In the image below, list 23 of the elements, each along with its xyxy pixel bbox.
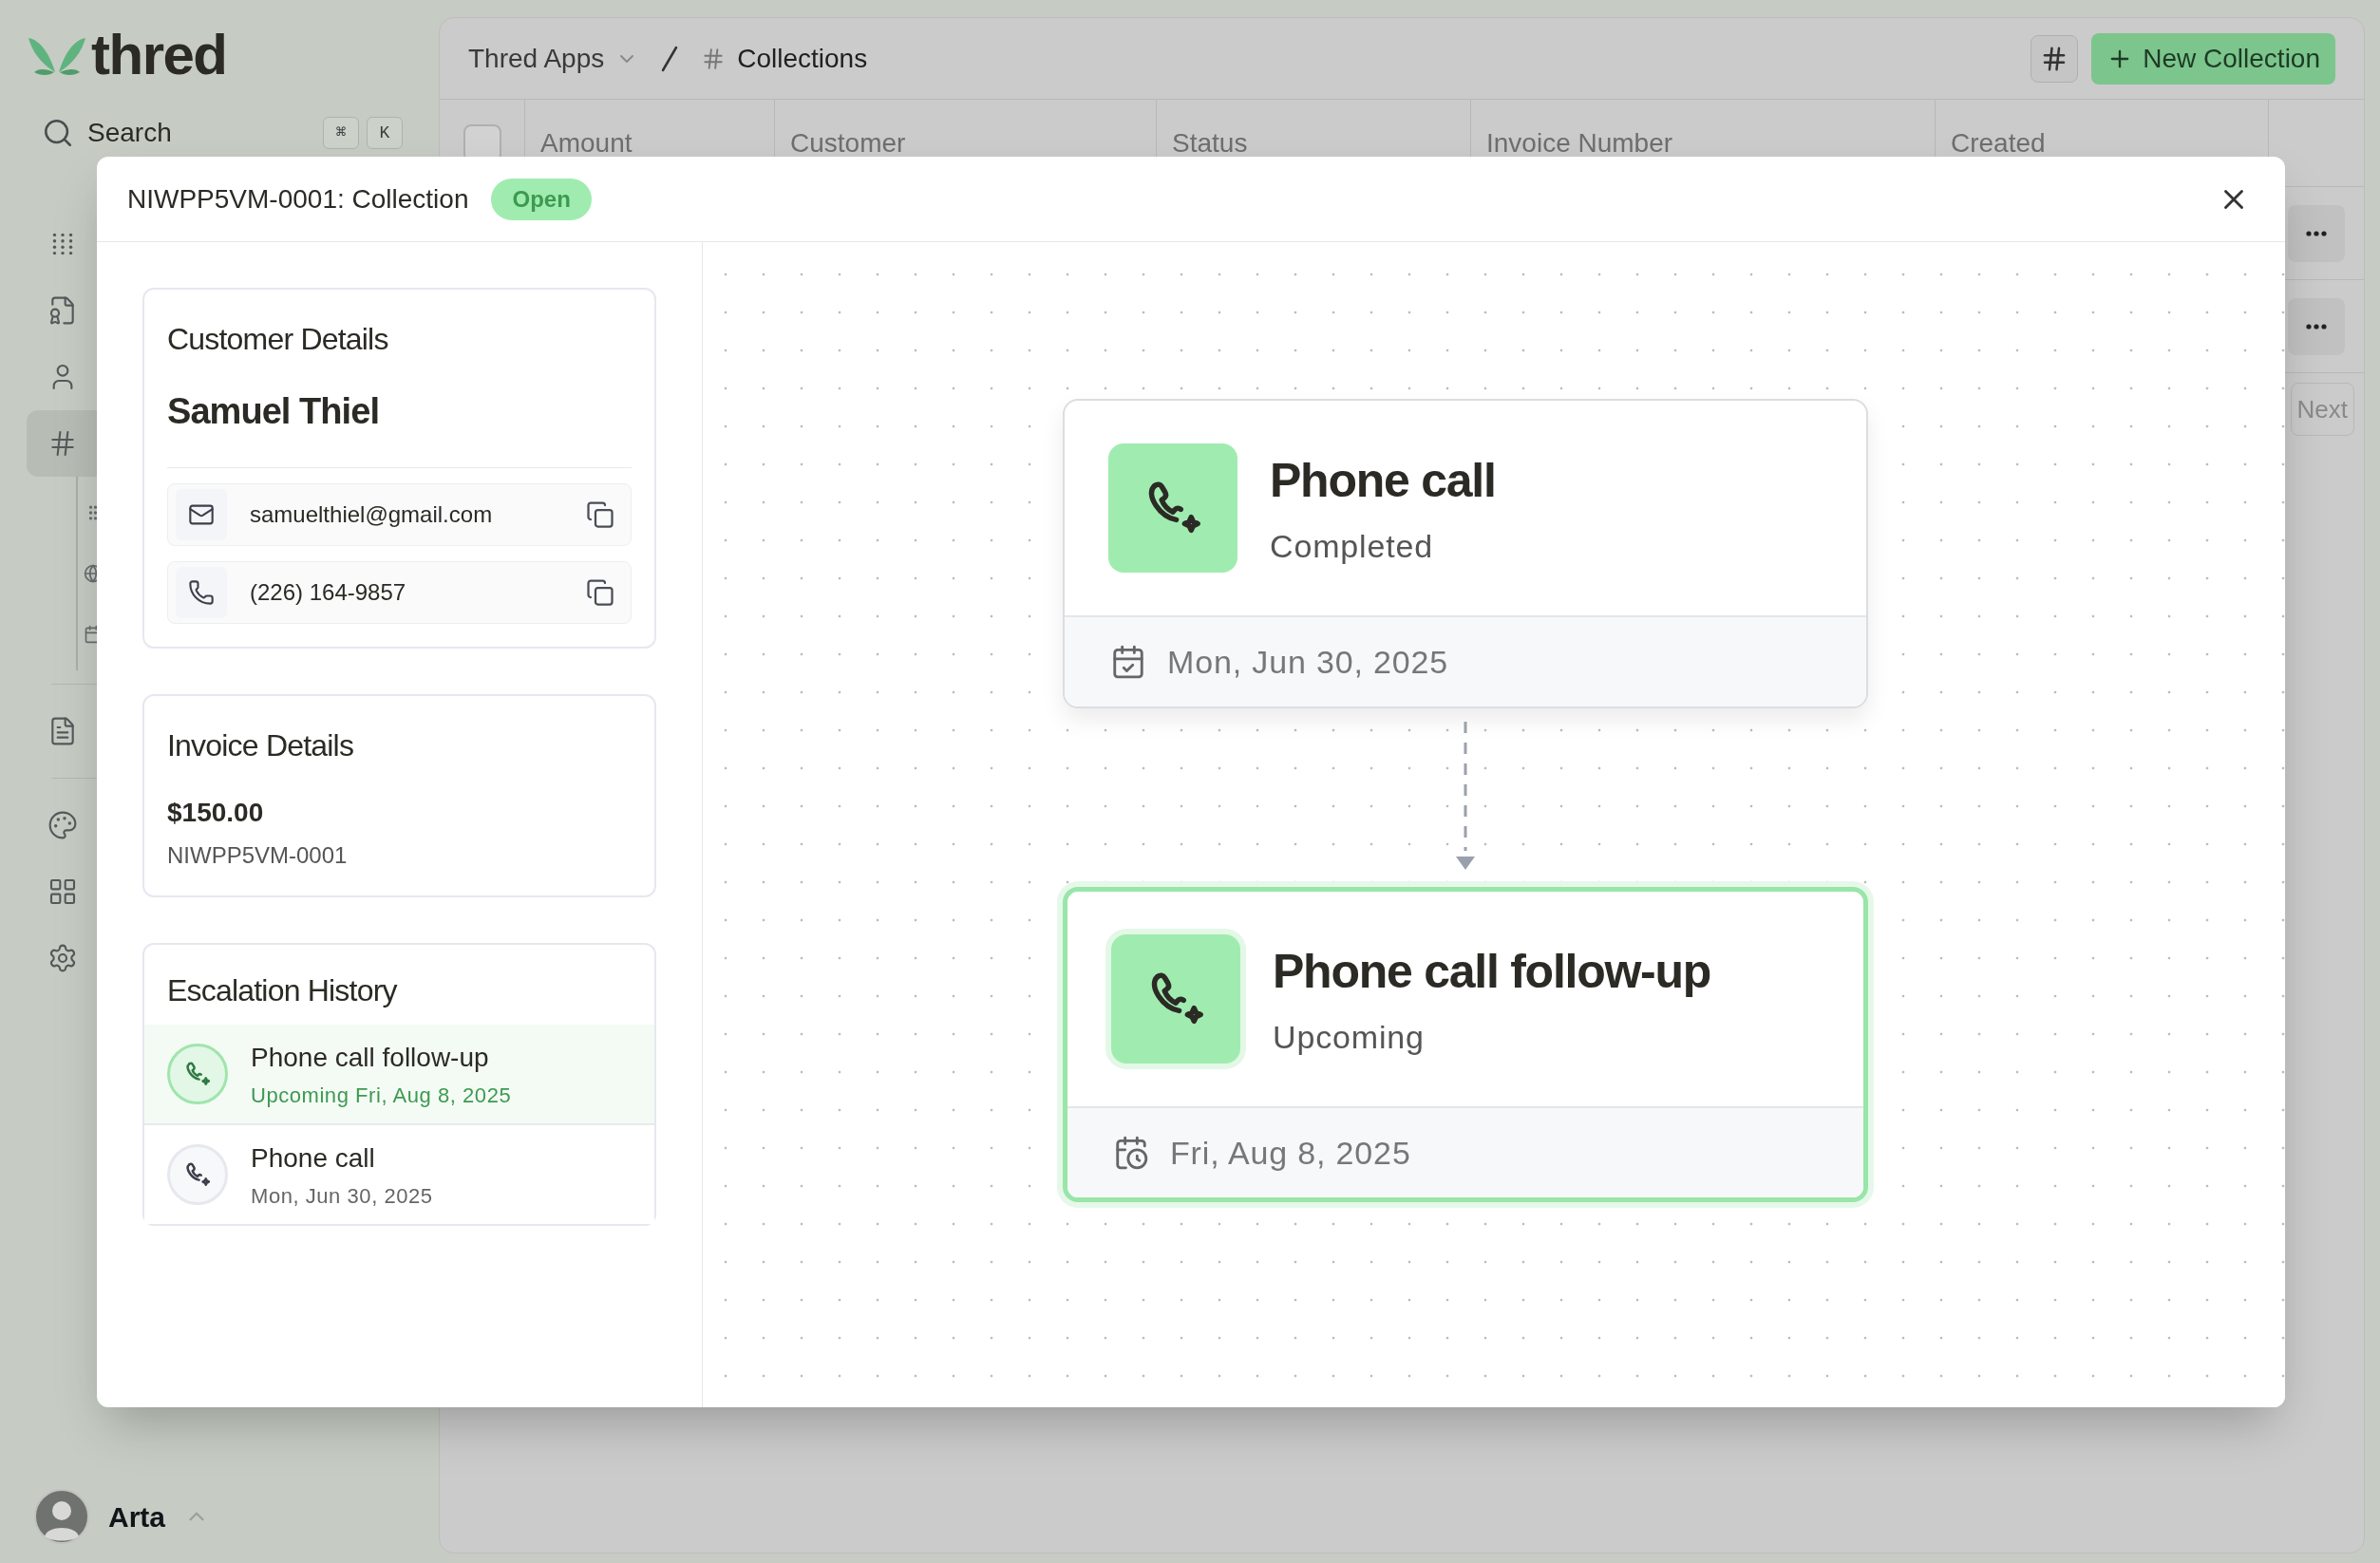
card-heading: Escalation History <box>166 972 399 1009</box>
node-status: Completed <box>1270 527 1435 566</box>
node-title: Phone call <box>1270 453 1496 509</box>
card-heading: Customer Details <box>167 321 389 358</box>
escalation-subtitle: Upcoming Fri, Aug 8, 2025 <box>251 1082 512 1109</box>
invoice-number: NIWPP5VM-0001 <box>167 841 349 870</box>
invoice-amount: $150.00 <box>167 797 265 829</box>
node-date: Mon, Jun 30, 2025 <box>1167 642 1449 682</box>
node-status: Upcoming <box>1273 1018 1426 1057</box>
escalation-title: Phone call <box>251 1141 376 1175</box>
shortcut-key: ⌘ <box>323 117 359 149</box>
dialog-title: NIWPP5VM-0001: Collection <box>127 182 469 216</box>
contact-value: (226) 164-9857 <box>250 578 406 607</box>
node-date: Fri, Aug 8, 2025 <box>1170 1133 1411 1173</box>
node-title: Phone call follow-up <box>1273 944 1711 1000</box>
customer-name: Samuel Thiel <box>167 390 380 433</box>
contact-value: samuelthiel@gmail.com <box>250 500 493 529</box>
status-badge: Open <box>491 178 592 220</box>
brand-name: thred <box>91 27 227 84</box>
card-heading: Invoice Details <box>167 727 355 764</box>
shortcut-key: K <box>367 117 403 149</box>
escalation-title: Phone call follow-up <box>251 1041 490 1074</box>
escalation-subtitle: Mon, Jun 30, 2025 <box>251 1182 433 1210</box>
